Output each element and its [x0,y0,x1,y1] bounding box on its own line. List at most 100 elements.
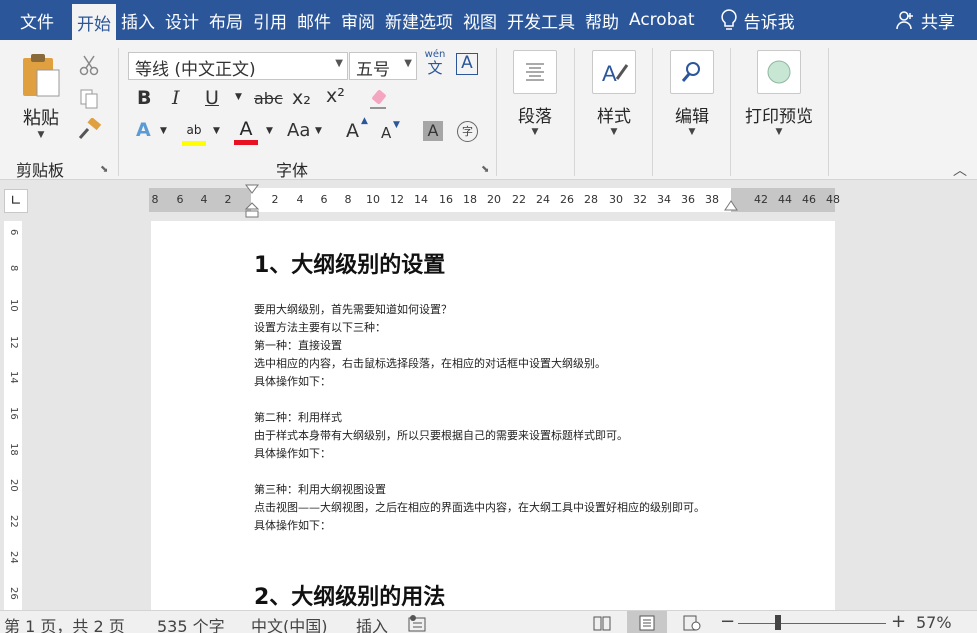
change-case-button[interactable]: Aa [287,120,310,141]
doc-paragraph[interactable]: 第三种：利用大纲视图设置 [254,481,386,499]
insert-mode[interactable]: 插入 [356,613,388,633]
right-indent-marker[interactable] [724,200,738,212]
collapse-ribbon-icon[interactable]: ︿ [953,160,967,180]
cut-icon[interactable] [78,54,100,76]
group-divider [828,48,829,176]
doc-paragraph[interactable]: 具体操作如下： [254,373,331,391]
vertical-ruler[interactable]: 6 8 10 12 14 16 18 20 22 24 26 [4,221,22,610]
vruler-number: 8 [8,265,19,272]
phonetic-guide-button[interactable]: wén 文 [424,50,446,77]
strikethrough-button[interactable]: abc [254,89,283,108]
tab-stop-selector[interactable]: ∟ [4,189,28,213]
bold-button[interactable]: B [137,87,151,109]
word-count[interactable]: 535 个字 [157,613,225,633]
print-preview-button[interactable]: 打印预览 ▼ [740,50,818,137]
character-border-button[interactable]: A [456,53,478,75]
doc-paragraph[interactable]: 第二种：利用样式 [254,409,342,427]
language-indicator[interactable]: 中文(中国) [251,613,328,633]
share-button[interactable]: 共享 [895,8,955,33]
editing-button[interactable]: 编辑 ▼ [662,50,722,137]
doc-paragraph[interactable]: 设置方法主要有以下三种： [254,319,386,337]
web-layout-button[interactable] [672,611,712,633]
chevron-down-icon[interactable]: ▼ [335,58,343,69]
first-line-indent-marker[interactable] [245,184,259,198]
tab-home[interactable]: 开始 [72,4,116,40]
tab-insert[interactable]: 插入 [116,0,160,40]
doc-paragraph[interactable]: 点击视图——大纲视图，之后在相应的界面选中内容，在大纲工具中设置好相应的级别即可… [254,499,705,517]
tab-file[interactable]: 文件 [0,0,64,40]
styles-label: 样式 [597,107,631,127]
macro-record-icon[interactable] [408,614,428,632]
print-layout-button[interactable] [627,611,667,633]
tell-me-box[interactable]: 告诉我 [720,8,795,33]
chevron-down-icon[interactable]: ▼ [404,58,412,69]
ruler-number: 2 [271,193,279,206]
zoom-in-button[interactable]: + [891,611,906,632]
underline-button[interactable]: U [205,87,219,109]
font-color-button[interactable]: A [234,118,258,145]
zoom-level[interactable]: 57% [916,613,952,632]
hanging-indent-marker[interactable] [245,202,259,220]
tab-developer[interactable]: 开发工具 [502,0,580,40]
font-size-value: 五号 [356,60,390,80]
highlight-dropdown-icon[interactable]: ▼ [213,126,220,136]
doc-paragraph[interactable]: 由于样式本身带有大纲级别，所以只要根据自己的需要来设置标题样式即可。 [254,427,628,445]
doc-paragraph[interactable]: 具体操作如下： [254,517,331,535]
format-painter-icon[interactable] [76,118,102,142]
font-size-combo[interactable]: 五号 ▼ [349,52,417,80]
tab-layout[interactable]: 布局 [204,0,248,40]
shrink-font-button[interactable]: A [381,124,391,142]
read-mode-button[interactable] [582,611,622,633]
doc-paragraph[interactable]: 第一种：直接设置 [254,337,342,355]
font-name-combo[interactable]: 等线 (中文正文) ▼ [128,52,348,80]
document-page[interactable]: 1、大纲级别的设置 要用大纲级别，首先需要知道如何设置？ 设置方法主要有以下三种… [151,221,835,610]
vruler-number: 22 [8,515,19,528]
enclosed-character-button[interactable]: 字 [457,121,478,142]
horizontal-ruler[interactable]: 8 6 4 2 2 4 6 8 10 12 14 16 18 20 22 24 … [149,184,840,218]
tab-new-options[interactable]: 新建选项 [380,0,458,40]
styles-icon: A [592,50,636,94]
underline-dropdown-icon[interactable]: ▼ [235,92,242,102]
paste-dropdown-icon[interactable]: ▼ [14,130,68,140]
text-effects-button[interactable]: A [136,119,151,141]
grow-font-button[interactable]: A [346,120,359,142]
heading-1[interactable]: 1、大纲级别的设置 [254,247,445,279]
heading-2[interactable]: 2、大纲级别的用法 [254,579,445,610]
character-shading-button[interactable]: A [423,121,443,141]
vruler-number: 16 [8,407,19,420]
font-color-dropdown-icon[interactable]: ▼ [266,126,273,136]
doc-paragraph[interactable]: 选中相应的内容，右击鼠标选择段落，在相应的对话框中设置大纲级别。 [254,355,606,373]
tab-view[interactable]: 视图 [458,0,502,40]
paragraph-button[interactable]: 段落 ▼ [505,50,565,137]
zoom-slider-track[interactable] [738,623,886,624]
tab-mailings[interactable]: 邮件 [292,0,336,40]
clipboard-launcher-icon[interactable]: ⬊ [100,164,108,175]
doc-paragraph[interactable]: 具体操作如下： [254,445,331,463]
doc-paragraph[interactable]: 要用大纲级别，首先需要知道如何设置？ [254,301,452,319]
tab-design[interactable]: 设计 [160,0,204,40]
ruler-number: 18 [463,193,477,206]
font-color-swatch [234,140,258,145]
styles-button[interactable]: A 样式 ▼ [584,50,644,137]
tab-references[interactable]: 引用 [248,0,292,40]
zoom-out-button[interactable]: − [720,611,735,632]
superscript-button[interactable]: x² [326,85,345,107]
highlight-button[interactable]: ab [182,119,206,146]
paste-button[interactable]: 粘贴 ▼ [14,52,68,140]
ruler-number: 14 [414,193,428,206]
font-launcher-icon[interactable]: ⬊ [481,164,489,175]
change-case-dropdown-icon[interactable]: ▼ [315,126,322,136]
subscript-button[interactable]: x₂ [292,87,311,109]
group-divider [496,48,497,176]
clear-formatting-icon[interactable] [368,88,390,110]
tell-me-label: 告诉我 [743,12,795,33]
ruler-number: 12 [390,193,404,206]
page-count[interactable]: 第 1 页，共 2 页 [4,613,125,633]
tab-acrobat[interactable]: Acrobat [624,0,700,40]
italic-button[interactable]: I [172,87,180,109]
tab-help[interactable]: 帮助 [580,0,624,40]
text-effects-dropdown-icon[interactable]: ▼ [160,126,167,136]
tab-review[interactable]: 审阅 [336,0,380,40]
zoom-slider-thumb[interactable] [775,615,781,630]
copy-icon[interactable] [78,88,100,110]
